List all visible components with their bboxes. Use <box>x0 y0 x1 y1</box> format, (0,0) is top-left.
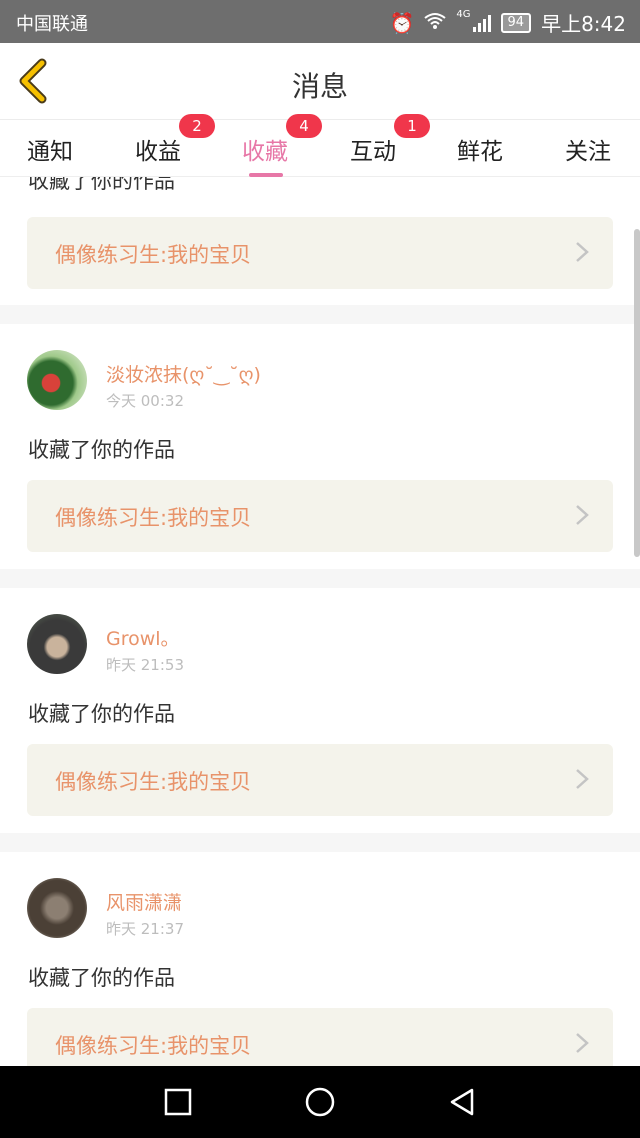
avatar[interactable] <box>27 614 87 674</box>
work-title: 偶像练习生:我的宝贝 <box>55 243 252 267</box>
app-header: 消息 <box>0 43 640 120</box>
work-title: 偶像练习生:我的宝贝 <box>55 1034 252 1058</box>
tab-notifications[interactable]: 通知 <box>27 132 73 166</box>
timestamp: 今天 00:32 <box>106 392 184 410</box>
list-item: 淡妆浓抹(ღ˘‿˘ღ) 今天 00:32 收藏了你的作品 偶像练习生:我的宝贝 <box>0 324 640 569</box>
username[interactable]: Growl。 <box>106 624 180 651</box>
count-badge: 1 <box>394 114 430 138</box>
count-badge: 2 <box>179 114 215 138</box>
work-title: 偶像练习生:我的宝贝 <box>55 506 252 530</box>
recent-apps-button[interactable] <box>162 1086 194 1118</box>
carrier-name: 中国联通 <box>16 14 88 35</box>
avatar[interactable] <box>27 350 87 410</box>
tab-bar: 通知 收益 2 收藏 4 互动 1 鲜花 关注 <box>0 114 640 177</box>
chevron-right-icon <box>576 505 589 525</box>
chevron-right-icon <box>576 1033 589 1053</box>
tab-flowers[interactable]: 鲜花 <box>457 132 503 166</box>
action-text: 收藏了你的作品 <box>28 177 175 193</box>
avatar[interactable] <box>27 878 87 938</box>
battery-level: 94 <box>507 14 525 30</box>
tab-label: 通知 <box>27 139 73 165</box>
work-link[interactable]: 偶像练习生:我的宝贝 <box>27 1008 613 1066</box>
timestamp: 昨天 21:37 <box>106 920 184 938</box>
list-item: Growl。 昨天 21:53 收藏了你的作品 偶像练习生:我的宝贝 <box>0 588 640 833</box>
home-button[interactable] <box>304 1086 336 1118</box>
tab-label: 互动 <box>350 139 396 165</box>
signal-icon <box>472 14 491 32</box>
list-item: 收藏了你的作品 偶像练习生:我的宝贝 <box>0 177 640 305</box>
action-text: 收藏了你的作品 <box>28 438 175 462</box>
clock: 早上8:42 <box>541 12 626 36</box>
work-link[interactable]: 偶像练习生:我的宝贝 <box>27 480 613 552</box>
chevron-right-icon <box>576 769 589 789</box>
work-title: 偶像练习生:我的宝贝 <box>55 770 252 794</box>
alarm-icon: ⏰ <box>389 10 415 35</box>
page-title: 消息 <box>291 70 348 103</box>
tab-label: 鲜花 <box>457 139 503 165</box>
work-link[interactable]: 偶像练习生:我的宝贝 <box>27 744 613 816</box>
system-nav-bar <box>0 1066 640 1138</box>
nav-back-button[interactable] <box>446 1086 478 1118</box>
favorites-feed[interactable]: 收藏了你的作品 偶像练习生:我的宝贝 淡妆浓抹(ღ˘‿˘ღ) 今天 00:32 … <box>0 177 640 1066</box>
tab-label: 收藏 <box>242 139 288 165</box>
username[interactable]: 风雨潇潇 <box>106 888 182 915</box>
network-type: 4G <box>456 9 471 20</box>
tab-earnings[interactable]: 收益 2 <box>135 114 215 166</box>
square-icon <box>164 1088 192 1116</box>
action-text: 收藏了你的作品 <box>28 702 175 726</box>
battery-icon: 94 <box>500 12 532 33</box>
triangle-back-icon <box>450 1088 474 1116</box>
tab-label: 收益 <box>135 139 181 165</box>
tab-interactions[interactable]: 互动 1 <box>350 114 430 166</box>
username[interactable]: 淡妆浓抹(ღ˘‿˘ღ) <box>106 360 261 387</box>
timestamp: 昨天 21:53 <box>106 656 184 674</box>
tab-favorites[interactable]: 收藏 4 <box>242 114 322 166</box>
tab-following[interactable]: 关注 <box>565 132 611 166</box>
count-badge: 4 <box>286 114 322 138</box>
circle-icon <box>305 1087 335 1117</box>
chevron-right-icon <box>576 242 589 262</box>
work-link[interactable]: 偶像练习生:我的宝贝 <box>27 217 613 289</box>
list-item: 风雨潇潇 昨天 21:37 收藏了你的作品 偶像练习生:我的宝贝 <box>0 852 640 1066</box>
tab-label: 关注 <box>565 139 611 165</box>
wifi-icon <box>424 11 447 35</box>
scrollbar[interactable] <box>634 229 640 557</box>
status-bar: 中国联通 ⏰ 4G 94 早上8:42 <box>0 0 640 43</box>
action-text: 收藏了你的作品 <box>28 966 175 990</box>
